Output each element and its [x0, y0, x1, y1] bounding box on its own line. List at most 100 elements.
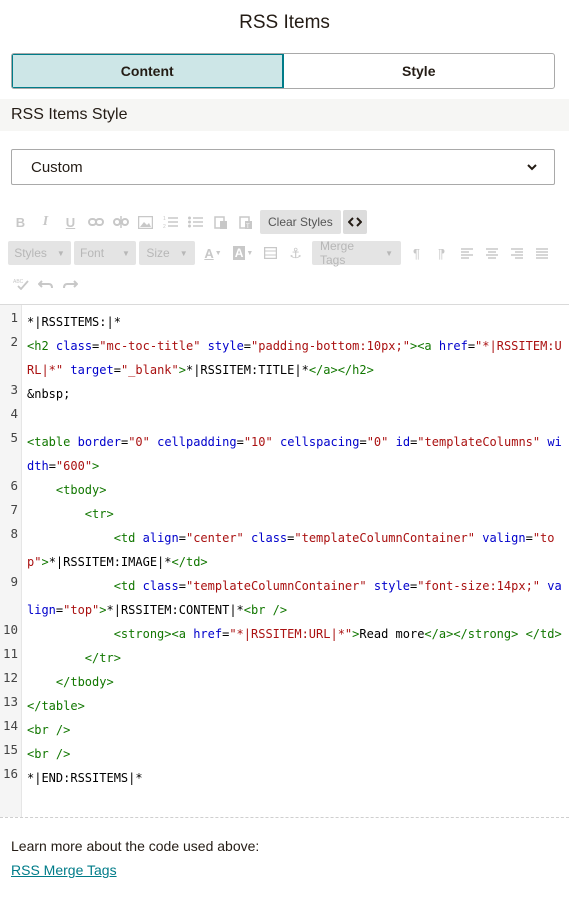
table-icon[interactable]	[258, 241, 283, 265]
line-code: ​	[27, 406, 567, 430]
merge-tags-dropdown[interactable]: Merge Tags ▼	[312, 239, 401, 267]
paragraph-ltr-icon[interactable]: ¶	[404, 241, 429, 265]
clear-styles-button[interactable]: Clear Styles	[260, 210, 341, 234]
line-number: 9	[10, 574, 18, 589]
underline-icon[interactable]: U	[58, 210, 83, 234]
paragraph-rtl-icon[interactable]: ¶	[429, 241, 454, 265]
toolbar-row-3: ABC	[8, 271, 83, 297]
caret-down-icon: ▼	[385, 248, 393, 258]
line-code: <td align="center" class="templateColumn…	[27, 531, 555, 569]
font-dropdown[interactable]: Font ▼	[74, 241, 136, 265]
line-number: 10	[2, 622, 18, 637]
line-number: 4	[10, 406, 18, 421]
code-line[interactable]: 10 <strong><a href="*|RSSITEM:URL|*">Rea…	[0, 622, 569, 646]
line-code: *|END:RSSITEMS|*	[27, 771, 143, 785]
code-line[interactable]: 6 <tbody>	[0, 478, 569, 502]
bold-icon[interactable]: B	[8, 210, 33, 234]
code-line[interactable]: 14 <br />	[0, 718, 569, 742]
line-code: <br />	[27, 747, 71, 761]
line-number: 3	[10, 382, 18, 397]
bulleted-list-icon[interactable]	[183, 210, 208, 234]
line-number: 13	[2, 694, 18, 709]
line-number: 5	[10, 430, 18, 445]
code-line[interactable]: 7 <tr>	[0, 502, 569, 526]
text-color-icon[interactable]: A ▼	[198, 241, 228, 265]
size-label: Size	[146, 246, 170, 260]
code-line[interactable]: 11 </tr>	[0, 646, 569, 670]
line-number: 2	[10, 334, 18, 349]
line-number: 1	[10, 310, 18, 325]
tab-content[interactable]: Content	[12, 54, 284, 88]
caret-down-icon: ▼	[122, 248, 130, 258]
code-line[interactable]: 12 </tbody>	[0, 670, 569, 694]
align-justify-icon[interactable]	[529, 241, 554, 265]
code-line[interactable]: 9 <td class="templateColumnContainer" st…	[0, 574, 569, 622]
section-header: RSS Items Style	[0, 99, 569, 131]
svg-text:T: T	[246, 224, 250, 230]
anchor-icon[interactable]: ⚓	[283, 241, 308, 265]
code-line[interactable]: 16 *|END:RSSITEMS|*	[0, 766, 569, 790]
toolbar-row-1: B I U 12 T Clear Styles	[8, 209, 367, 235]
italic-icon[interactable]: I	[33, 210, 58, 234]
select-value: Custom	[31, 158, 83, 176]
line-number: 7	[10, 502, 18, 517]
panel-title: RSS Items	[239, 12, 330, 33]
styles-dropdown[interactable]: Styles ▼	[8, 241, 71, 265]
svg-text:1: 1	[163, 216, 166, 222]
code-line[interactable]: 5 <table border="0" cellpadding="10" cell…	[0, 430, 569, 478]
line-number: 12	[2, 670, 18, 685]
line-number: 8	[10, 526, 18, 541]
line-number: 11	[2, 646, 18, 661]
footer-note: Learn more about the code used above:	[11, 838, 260, 854]
code-line[interactable]: 2 <h2 class="mc-toc-title" style="padding…	[0, 334, 569, 382]
rss-merge-tags-link[interactable]: RSS Merge Tags	[11, 862, 117, 878]
svg-text:2: 2	[163, 224, 166, 229]
line-code: &nbsp;	[27, 387, 71, 401]
line-code: </tbody>	[55, 675, 114, 689]
code-content[interactable]: 1 *|RSSITEMS:|* 2 <h2 class="mc-toc-title" …	[0, 310, 569, 790]
size-dropdown[interactable]: Size ▼	[139, 241, 195, 265]
content-style-tabs: Content Style	[11, 53, 555, 89]
line-number: 15	[2, 742, 18, 757]
paste-text-icon[interactable]: T	[233, 210, 258, 234]
code-line[interactable]: 1 *|RSSITEMS:|*	[0, 310, 569, 334]
unlink-icon[interactable]	[108, 210, 133, 234]
paste-icon[interactable]	[208, 210, 233, 234]
code-line[interactable]: 8 <td align="center" class="templateColu…	[0, 526, 569, 574]
align-center-icon[interactable]	[479, 241, 504, 265]
line-code: <h2 class="mc-toc-title" style="padding-…	[27, 339, 562, 377]
code-line[interactable]: 3 &nbsp;	[0, 382, 569, 406]
rss-items-style-select[interactable]: Custom	[11, 149, 555, 185]
image-icon[interactable]	[133, 210, 158, 234]
code-editor[interactable]: 1 *|RSSITEMS:|* 2 <h2 class="mc-toc-title" …	[0, 304, 569, 818]
line-code: <tr>	[84, 507, 114, 521]
line-number: 6	[10, 478, 18, 493]
numbered-list-icon[interactable]: 12	[158, 210, 183, 234]
align-left-icon[interactable]	[454, 241, 479, 265]
code-line[interactable]: 13 </table>	[0, 694, 569, 718]
line-code: </tr>	[84, 651, 121, 665]
merge-tags-label: Merge Tags	[320, 239, 355, 267]
chevron-down-icon	[527, 164, 537, 171]
caret-down-icon: ▼	[56, 248, 65, 258]
line-number: 16	[2, 766, 18, 781]
link-icon[interactable]	[83, 210, 108, 234]
background-color-icon[interactable]: A ▼	[228, 241, 258, 265]
section-title: RSS Items Style	[11, 106, 128, 123]
code-view-icon[interactable]	[342, 210, 367, 234]
tab-style[interactable]: Style	[284, 54, 555, 88]
line-code: <table border="0" cellpadding="10" cells…	[27, 435, 562, 473]
svg-text:ABC: ABC	[13, 279, 24, 285]
toolbar-row-2: Styles ▼ Font ▼ Size ▼ A ▼ A ▼ ⚓ Merge Tags ▼ …	[8, 239, 554, 267]
line-code: <br />	[27, 723, 71, 737]
line-code: </table>	[27, 699, 85, 713]
undo-icon[interactable]	[33, 272, 58, 296]
code-line[interactable]: 15 <br />	[0, 742, 569, 766]
code-line[interactable]: 4​	[0, 406, 569, 430]
font-label: Font	[80, 246, 105, 260]
styles-label: Styles	[14, 246, 47, 260]
line-code: <tbody>	[55, 483, 107, 497]
redo-icon[interactable]	[58, 272, 83, 296]
align-right-icon[interactable]	[504, 241, 529, 265]
spellcheck-icon[interactable]: ABC	[8, 272, 33, 296]
